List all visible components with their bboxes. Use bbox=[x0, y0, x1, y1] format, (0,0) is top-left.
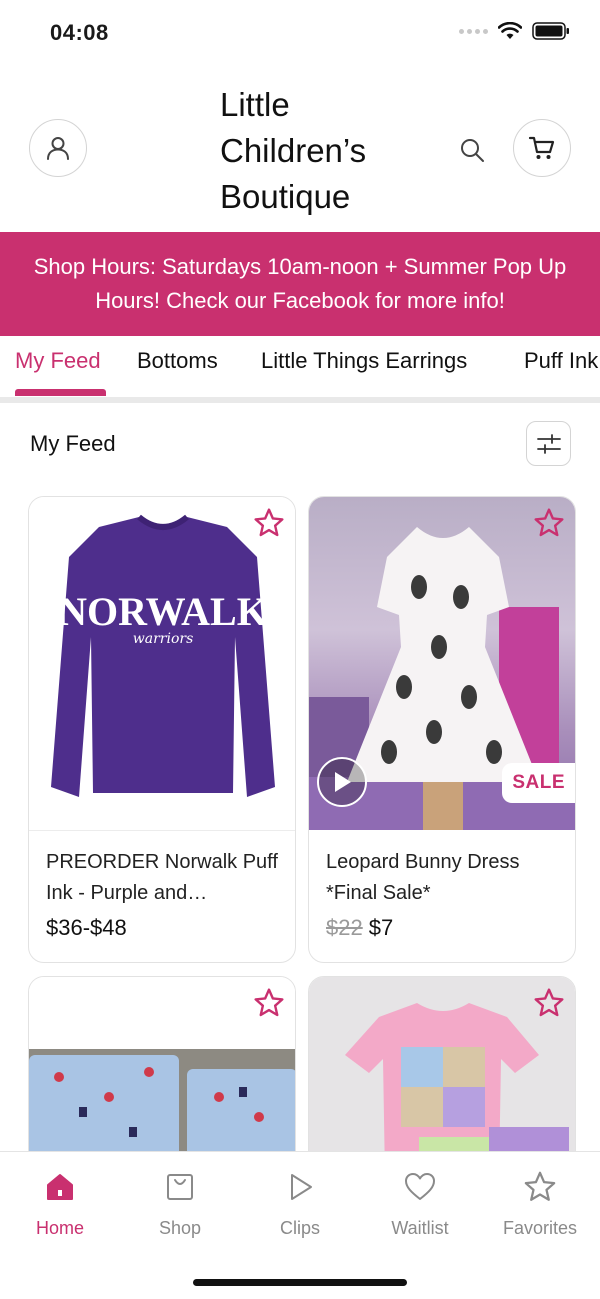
price-value: $7 bbox=[368, 915, 394, 940]
nav-label: Waitlist bbox=[391, 1218, 449, 1238]
product-info: PREORDER Norwalk Puff Ink - Purple and… … bbox=[46, 847, 283, 941]
cart-button[interactable] bbox=[513, 119, 571, 177]
favorite-button[interactable] bbox=[531, 985, 567, 1021]
sale-badge: SALE bbox=[502, 763, 575, 803]
card-divider bbox=[29, 830, 295, 831]
search-button[interactable] bbox=[452, 130, 492, 170]
shopping-bag-icon bbox=[161, 1168, 199, 1206]
feed-title: My Feed bbox=[30, 431, 116, 456]
nav-label: Clips bbox=[279, 1218, 320, 1238]
nav-home[interactable]: Home bbox=[0, 1168, 120, 1239]
product-card[interactable]: SALE Leopard Bunny Dress *Final Sale* $2… bbox=[308, 496, 576, 963]
favorite-button[interactable] bbox=[531, 505, 567, 541]
status-bar: 04:08 bbox=[0, 0, 600, 64]
status-time: 04:08 bbox=[50, 20, 109, 45]
play-icon bbox=[335, 772, 351, 792]
announcement-banner[interactable]: Shop Hours: Saturdays 10am-noon + Summer… bbox=[0, 232, 600, 336]
nav-shop[interactable]: Shop bbox=[120, 1168, 240, 1239]
nav-label: Home bbox=[35, 1218, 84, 1238]
active-tab-indicator bbox=[15, 389, 106, 396]
cart-icon bbox=[528, 136, 555, 159]
star-icon bbox=[534, 988, 564, 1017]
tab-my-feed[interactable]: My Feed bbox=[15, 348, 101, 374]
tab-bottoms[interactable]: Bottoms bbox=[137, 348, 218, 374]
category-tabs: My Feed Bottoms Little Things Earrings P… bbox=[0, 336, 600, 402]
play-video-button[interactable] bbox=[317, 757, 367, 807]
search-icon bbox=[461, 139, 484, 162]
product-image[interactable]: NORWALK warriors bbox=[29, 497, 295, 830]
app-header: Little Children’s Boutique bbox=[0, 78, 600, 228]
product-info: Leopard Bunny Dress *Final Sale* $22 $7 bbox=[326, 847, 563, 941]
bottom-navigation: Home Shop Clips Waitlist Favorites bbox=[0, 1151, 600, 1299]
tab-puff-ink[interactable]: Puff Ink bbox=[524, 348, 598, 374]
favorite-button[interactable] bbox=[251, 505, 287, 541]
nav-label: Favorites bbox=[502, 1218, 578, 1238]
sweatshirt-image: NORWALK warriors bbox=[51, 514, 275, 797]
nav-label: Shop bbox=[158, 1218, 202, 1238]
price-value: $36-$48 bbox=[46, 915, 127, 940]
account-button[interactable] bbox=[29, 119, 87, 177]
star-icon bbox=[254, 508, 284, 537]
sliders-icon bbox=[536, 433, 561, 454]
play-icon bbox=[281, 1168, 319, 1206]
battery-icon bbox=[532, 22, 569, 40]
nav-clips[interactable]: Clips bbox=[240, 1168, 360, 1239]
cellular-signal-icon bbox=[459, 28, 488, 34]
product-price: $22 $7 bbox=[326, 915, 563, 941]
favorite-button[interactable] bbox=[251, 985, 287, 1021]
store-title: Little Children’s Boutique bbox=[220, 86, 367, 215]
product-name[interactable]: PREORDER Norwalk Puff Ink - Purple and… bbox=[46, 847, 283, 909]
product-card[interactable]: NORWALK warriors PREORDER Norwalk Puff I… bbox=[28, 496, 296, 963]
heart-icon bbox=[401, 1168, 439, 1206]
tab-little-things-earrings[interactable]: Little Things Earrings bbox=[261, 348, 467, 374]
original-price: $22 bbox=[326, 915, 363, 940]
status-icons bbox=[459, 22, 570, 40]
tabs-divider bbox=[0, 397, 600, 403]
user-icon bbox=[47, 137, 69, 160]
star-icon bbox=[521, 1168, 559, 1206]
home-indicator[interactable] bbox=[193, 1279, 407, 1286]
product-price: $36-$48 bbox=[46, 915, 283, 941]
product-name[interactable]: Leopard Bunny Dress *Final Sale* bbox=[326, 847, 563, 909]
star-icon bbox=[534, 508, 564, 537]
home-icon bbox=[41, 1168, 79, 1206]
sweatshirt-print-subtext: warriors bbox=[133, 631, 194, 647]
nav-waitlist[interactable]: Waitlist bbox=[360, 1168, 480, 1239]
star-icon bbox=[254, 988, 284, 1017]
nav-favorites[interactable]: Favorites bbox=[480, 1168, 600, 1239]
wifi-icon bbox=[498, 22, 522, 39]
filter-button[interactable] bbox=[526, 421, 571, 466]
sweatshirt-print-text: NORWALK bbox=[58, 589, 268, 634]
